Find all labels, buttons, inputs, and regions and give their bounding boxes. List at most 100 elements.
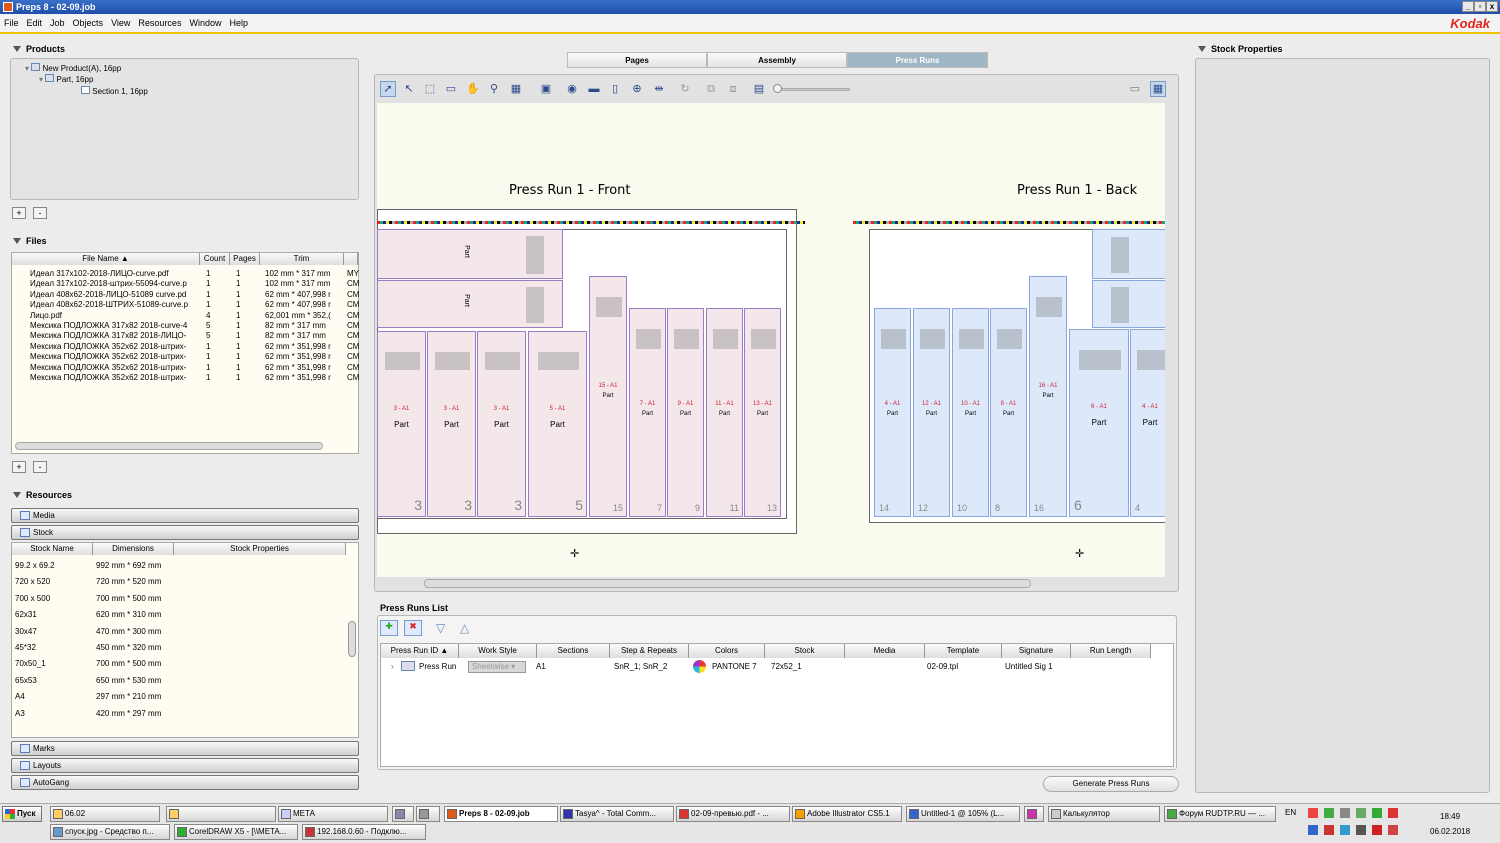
move-up-icon[interactable]: △ — [460, 621, 469, 635]
move-down-icon[interactable]: ▽ — [436, 621, 445, 635]
select-tool-icon[interactable]: ➚ — [380, 81, 396, 97]
file-row[interactable]: Мексика ПОДЛОЖКА 352х62 2018-штрих- 1 1 62 … — [12, 352, 359, 362]
front-signature[interactable]: 9 - A1 Part 9 — [667, 308, 704, 517]
zoom-slider[interactable] — [775, 88, 850, 91]
front-signature[interactable]: 5 - A1 Part 5 — [528, 331, 587, 517]
col-trim[interactable]: Trim — [260, 253, 344, 265]
file-row[interactable]: Идеал 317х102-2018-штрих-55094-curve.p 1 1… — [12, 279, 359, 289]
col-stock-name[interactable]: Stock Name — [12, 543, 93, 555]
media-accordion[interactable]: Media — [11, 508, 359, 523]
file-row[interactable]: Мексика ПОДЛОЖКА 352х62 2018-штрих- 1 1 62 … — [12, 373, 359, 383]
back-signature[interactable]: 10 - A1 Part 10 — [952, 308, 989, 517]
page-tool-icon[interactable]: ▭ — [443, 81, 459, 97]
tab-press-runs[interactable]: Press Runs — [847, 52, 988, 68]
menu-file[interactable]: File — [0, 14, 23, 32]
sheet-icon[interactable]: ▯ — [607, 81, 623, 97]
files-header[interactable]: Files — [13, 236, 47, 246]
menu-objects[interactable]: Objects — [69, 14, 108, 32]
stock-row[interactable]: 700 x 500 700 mm * 500 mm — [12, 594, 346, 604]
file-row[interactable]: Идеал 408х62-2018-ЛИЦО-51089 curve.pd 1 1 6… — [12, 290, 359, 300]
file-row[interactable]: Мексика ПОДЛОЖКА 317х82 2018-ЛИЦО- 5 1 82 m… — [12, 331, 359, 341]
menu-edit[interactable]: Edit — [23, 14, 47, 32]
press-run-row[interactable]: › Press Run Sheetwise ▾ A1 SnR_1; SnR_2 … — [381, 660, 1171, 675]
zoom-tool-icon[interactable]: ⚲ — [486, 81, 502, 97]
stock-accordion[interactable]: Stock — [11, 525, 359, 540]
stock-scrollbar[interactable] — [348, 621, 356, 657]
group-icon[interactable]: ⧉ — [703, 81, 719, 97]
add-product-button[interactable]: + — [12, 207, 26, 219]
align-icon[interactable]: ⇹ — [651, 81, 667, 97]
stock-row[interactable]: 70x50_1 700 mm * 500 mm — [12, 659, 346, 669]
clock-date[interactable]: 06.02.2018 — [1430, 827, 1470, 836]
taskbar-button[interactable] — [166, 806, 276, 822]
minimize-button[interactable]: _ — [1462, 1, 1474, 12]
clock-time[interactable]: 18:49 — [1440, 812, 1460, 821]
file-row[interactable]: Мексика ПОДЛОЖКА 317х82 2018-curve-4 5 1 82… — [12, 321, 359, 331]
stock-row[interactable]: 30x47 470 mm * 300 mm — [12, 627, 346, 637]
taskbar-button[interactable]: Adobe Illustrator CS5.1 — [792, 806, 902, 822]
fit-icon[interactable]: ▤ — [751, 81, 767, 97]
taskbar-button[interactable] — [416, 806, 440, 822]
col-press-run-id[interactable]: Press Run ID ▲ — [381, 644, 459, 658]
taskbar-button[interactable]: спуск.jpg - Средство п... — [50, 824, 170, 840]
file-row[interactable]: Мексика ПОДЛОЖКА 352х62 2018-штрих- 1 1 62 … — [12, 342, 359, 352]
crosshair-icon[interactable]: ⊕ — [629, 81, 645, 97]
back-signature[interactable]: 4 - A1 Part 4 — [1130, 329, 1165, 517]
generate-press-runs-button[interactable]: Generate Press Runs — [1043, 776, 1179, 792]
col-step-repeats[interactable]: Step & Repeats — [610, 644, 689, 658]
remove-file-button[interactable]: - — [33, 461, 47, 473]
stock-row[interactable]: A3 420 mm * 297 mm — [12, 709, 346, 719]
taskbar-button[interactable]: CorelDRAW X5 - [\\META... — [174, 824, 298, 840]
taskbar-button[interactable]: 192.168.0.60 - Подклю... — [302, 824, 426, 840]
stock-row[interactable]: 99.2 x 69.2 992 mm * 692 mm — [12, 561, 346, 571]
file-row[interactable]: Идеал 317х102-2018-ЛИЦО-curve.pdf 1 1 102 m… — [12, 269, 359, 279]
canvas-scrollbar[interactable] — [424, 579, 1031, 588]
back-sig-top-2[interactable] — [1092, 280, 1165, 328]
file-row[interactable]: Идеал 408х62-2018-ШТРИХ-51089-curve.p 1 1 6… — [12, 300, 359, 310]
marks-accordion[interactable]: Marks — [11, 741, 359, 756]
tree-node-product[interactable]: ▾ New Product(A), 16pp — [25, 63, 121, 73]
col-stock-properties[interactable]: Stock Properties — [174, 543, 346, 555]
front-signature[interactable]: 3 - A1 Part 3 — [477, 331, 526, 517]
col-media[interactable]: Media — [845, 644, 925, 658]
col-count[interactable]: Count — [200, 253, 230, 265]
tab-assembly[interactable]: Assembly — [707, 52, 847, 68]
marquee-tool-icon[interactable]: ⬚ — [422, 81, 438, 97]
taskbar-button[interactable]: 02-09-превью.pdf - ... — [676, 806, 790, 822]
language-indicator[interactable]: EN — [1285, 808, 1296, 817]
tree-node-part[interactable]: ▾ Part, 16pp — [39, 74, 93, 84]
dual-view-icon[interactable]: ▦ — [1150, 81, 1166, 97]
front-sig-top-1[interactable]: Part — [377, 229, 563, 279]
stock-row[interactable]: 720 x 520 720 mm * 520 mm — [12, 577, 346, 587]
taskbar-button[interactable]: Форум RUDTP.RU — ... — [1164, 806, 1276, 822]
ungroup-icon[interactable]: ⧈ — [725, 81, 741, 97]
rotate-icon[interactable]: ↻ — [677, 81, 693, 97]
back-signature[interactable]: 12 - A1 Part 12 — [913, 308, 950, 517]
taskbar-button[interactable]: Untitled-1 @ 105% (L... — [906, 806, 1020, 822]
back-signature[interactable]: 4 - A1 Part 14 — [874, 308, 911, 517]
menu-view[interactable]: View — [107, 14, 134, 32]
col-colors[interactable]: Colors — [689, 644, 765, 658]
col-sections[interactable]: Sections — [537, 644, 610, 658]
col-stock[interactable]: Stock — [765, 644, 845, 658]
work-style-select[interactable]: Sheetwise ▾ — [468, 661, 526, 673]
products-header[interactable]: Products — [13, 44, 65, 54]
close-button[interactable]: x — [1486, 1, 1498, 12]
col-file-name[interactable]: File Name ▲ — [12, 253, 200, 265]
back-sig-top-1[interactable] — [1092, 229, 1165, 279]
front-signature[interactable]: 7 - A1 Part 7 — [629, 308, 666, 517]
ruler-icon[interactable]: ▬ — [586, 81, 602, 97]
taskbar-button[interactable]: Калькулятор — [1048, 806, 1160, 822]
front-signature[interactable]: 13 - A1 Part 13 — [744, 308, 781, 517]
grid-tool-icon[interactable]: ▦ — [508, 81, 524, 97]
add-press-run-icon[interactable]: ✚ — [380, 620, 398, 636]
hand-tool-icon[interactable]: ✋ — [465, 81, 481, 97]
front-signature[interactable]: 15 - A1 Part 15 — [589, 276, 627, 517]
stock-row[interactable]: 62x31 620 mm * 310 mm — [12, 610, 346, 620]
taskbar-button[interactable]: Tasya^ - Total Comm... — [560, 806, 674, 822]
front-sig-top-2[interactable]: Part — [377, 280, 563, 328]
col-signature[interactable]: Signature — [1002, 644, 1071, 658]
col-extra[interactable] — [344, 253, 358, 265]
remove-product-button[interactable]: - — [33, 207, 47, 219]
file-row[interactable]: Лицо.pdf 4 1 62,001 mm * 352,(CM — [12, 311, 359, 321]
